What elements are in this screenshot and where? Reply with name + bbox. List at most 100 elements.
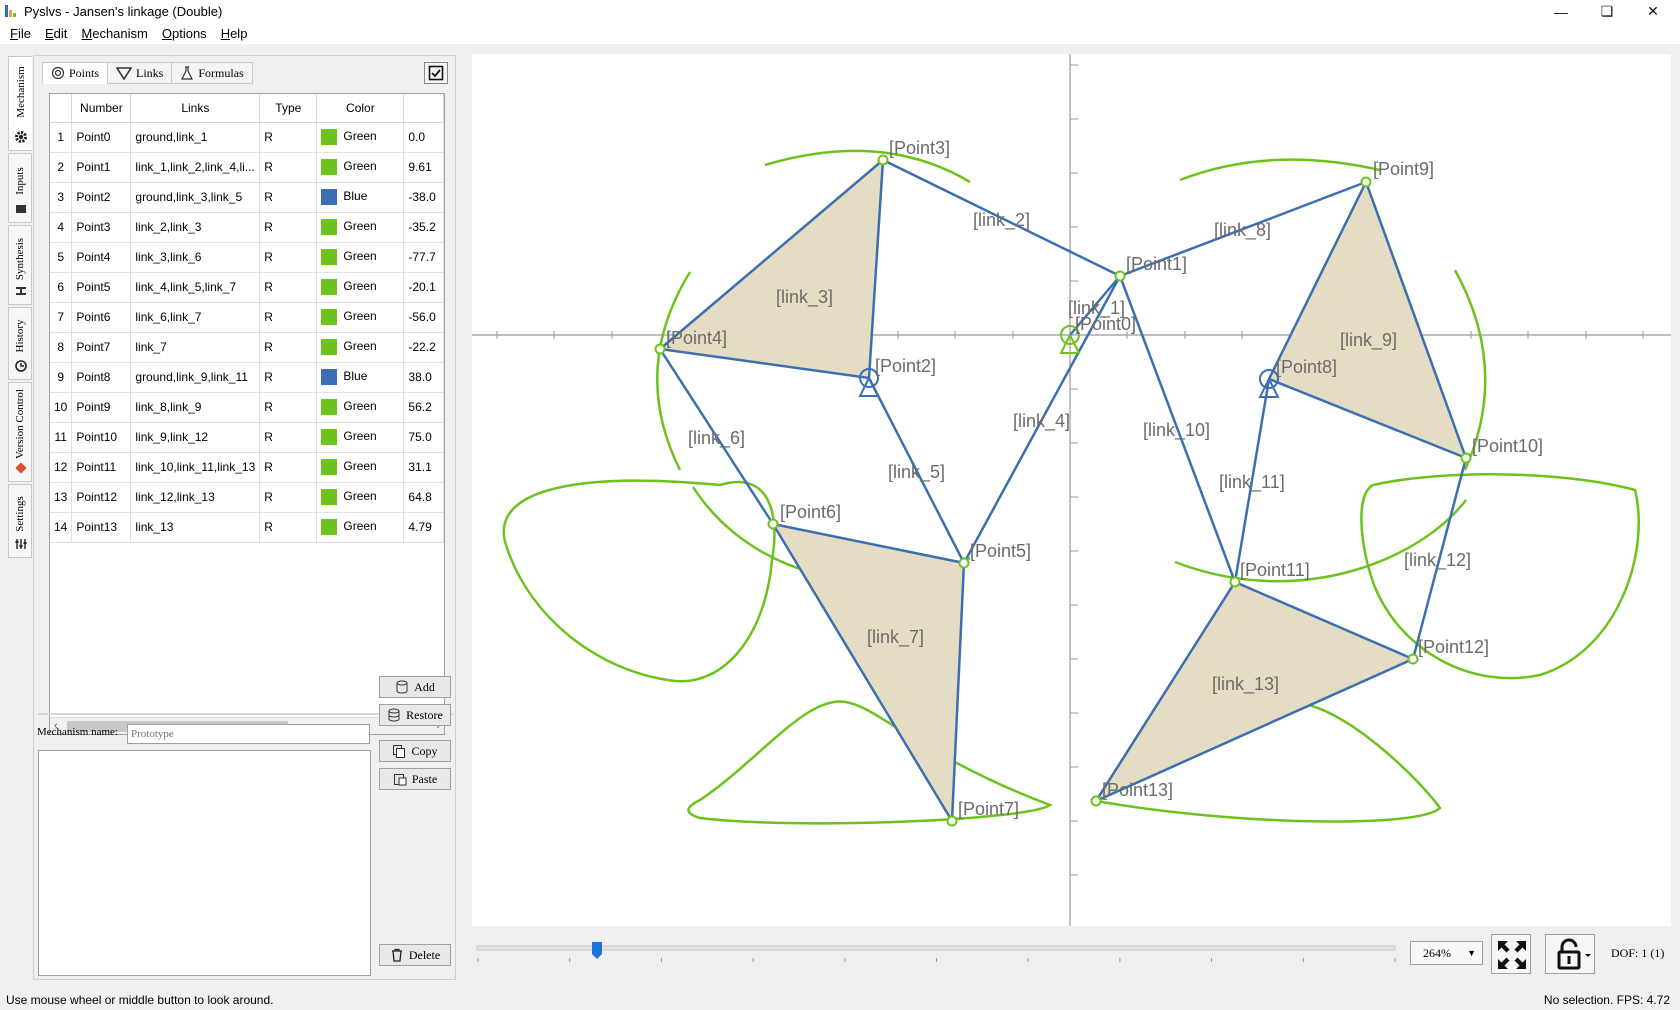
mechanism-name-input[interactable] bbox=[127, 724, 370, 744]
joint-9[interactable] bbox=[1360, 176, 1372, 188]
point-x-cell[interactable]: -20.1 bbox=[403, 272, 444, 303]
point-links-cell[interactable]: ground,link_9,link_11 bbox=[130, 362, 261, 393]
point-number-cell[interactable]: Point4 bbox=[71, 242, 132, 273]
copy-button[interactable]: Copy bbox=[379, 740, 451, 762]
point-color-cell[interactable]: Green bbox=[316, 482, 405, 513]
joint-11[interactable] bbox=[1229, 576, 1241, 588]
table-row[interactable]: 3 Point2 ground,link_3,link_5 R Blue -38.0 bbox=[50, 182, 444, 213]
point-links-cell[interactable]: ground,link_1 bbox=[130, 122, 261, 153]
table-row[interactable]: 12 Point11 link_10,link_11,link_13 R Green 31… bbox=[50, 452, 444, 483]
row-number[interactable]: 11 bbox=[50, 422, 73, 453]
joint-4[interactable] bbox=[654, 343, 666, 355]
restore-button[interactable]: ❏ bbox=[1584, 0, 1630, 23]
point-color-cell[interactable]: Blue bbox=[316, 182, 405, 213]
lock-button[interactable] bbox=[1545, 934, 1595, 974]
point-x-cell[interactable]: 38.0 bbox=[403, 362, 444, 393]
link-9-shape[interactable] bbox=[1267, 180, 1468, 460]
point-x-cell[interactable]: -35.2 bbox=[403, 212, 444, 243]
point-x-cell[interactable]: -38.0 bbox=[403, 182, 444, 213]
joint-7[interactable] bbox=[946, 815, 958, 827]
link-7-shape[interactable] bbox=[771, 522, 966, 823]
row-number[interactable]: 6 bbox=[50, 272, 73, 303]
row-number[interactable]: 5 bbox=[50, 242, 73, 273]
path-slider[interactable] bbox=[472, 930, 1400, 970]
point-type-cell[interactable]: R bbox=[259, 452, 318, 483]
mechanism-list[interactable] bbox=[38, 750, 371, 976]
point-type-cell[interactable]: R bbox=[259, 422, 318, 453]
side-tab-version-control[interactable]: Version Control bbox=[8, 382, 32, 482]
point-number-cell[interactable]: Point0 bbox=[71, 122, 132, 153]
table-row[interactable]: 7 Point6 link_6,link_7 R Green -56.0 bbox=[50, 302, 444, 333]
minimize-button[interactable]: — bbox=[1538, 0, 1584, 23]
point-x-cell[interactable]: 64.8 bbox=[403, 482, 444, 513]
table-row[interactable]: 9 Point8 ground,link_9,link_11 R Blue 38.0 bbox=[50, 362, 444, 393]
add-button[interactable]: Add bbox=[379, 676, 451, 698]
side-tab-history[interactable]: History bbox=[8, 307, 32, 380]
point-x-cell[interactable]: 31.1 bbox=[403, 452, 444, 483]
table-row[interactable]: 11 Point10 link_9,link_12 R Green 75.0 bbox=[50, 422, 444, 453]
point-number-cell[interactable]: Point3 bbox=[71, 212, 132, 243]
point-type-cell[interactable]: R bbox=[259, 302, 318, 333]
point-color-cell[interactable]: Green bbox=[316, 422, 405, 453]
row-number[interactable]: 7 bbox=[50, 302, 73, 333]
table-row[interactable]: 10 Point9 link_8,link_9 R Green 56.2 bbox=[50, 392, 444, 423]
point-links-cell[interactable]: link_13 bbox=[130, 512, 261, 543]
row-number[interactable]: 14 bbox=[50, 512, 73, 543]
point-number-cell[interactable]: Point8 bbox=[71, 362, 132, 393]
joint-5[interactable] bbox=[958, 557, 970, 569]
point-type-cell[interactable]: R bbox=[259, 182, 318, 213]
mechanism-canvas[interactable]: [Point0] [Point1] [Point2] [Point3] [Point4]… bbox=[472, 54, 1671, 926]
slider-track[interactable] bbox=[476, 945, 1396, 951]
point-color-cell[interactable]: Green bbox=[316, 302, 405, 333]
joint-1[interactable] bbox=[1114, 270, 1126, 282]
point-number-cell[interactable]: Point12 bbox=[71, 482, 132, 513]
point-color-cell[interactable]: Green bbox=[316, 152, 405, 183]
column-header[interactable]: Links bbox=[130, 94, 261, 123]
point-x-cell[interactable]: -77.7 bbox=[403, 242, 444, 273]
tab-links[interactable]: Links bbox=[107, 62, 173, 84]
menu-edit[interactable]: Edit bbox=[38, 26, 74, 41]
side-tab-synthesis[interactable]: Synthesis bbox=[8, 225, 32, 305]
menu-help[interactable]: Help bbox=[214, 26, 255, 41]
row-number[interactable]: 12 bbox=[50, 452, 73, 483]
table-row[interactable]: 1 Point0 ground,link_1 R Green 0.0 bbox=[50, 122, 444, 153]
point-links-cell[interactable]: link_1,link_2,link_4,li... bbox=[130, 152, 261, 183]
side-tab-mechanism[interactable]: Mechanism bbox=[8, 56, 32, 151]
point-color-cell[interactable]: Green bbox=[316, 122, 405, 153]
point-number-cell[interactable]: Point9 bbox=[71, 392, 132, 423]
table-row[interactable]: 8 Point7 link_7 R Green -22.2 bbox=[50, 332, 444, 363]
point-number-cell[interactable]: Point2 bbox=[71, 182, 132, 213]
menu-options[interactable]: Options bbox=[155, 26, 214, 41]
linkage-drawing[interactable]: [Point0][Point1][Point2][Point3][Point4]… bbox=[472, 54, 1671, 926]
point-x-cell[interactable]: 56.2 bbox=[403, 392, 444, 423]
table-row[interactable]: 5 Point4 link_3,link_6 R Green -77.7 bbox=[50, 242, 444, 273]
row-number[interactable]: 9 bbox=[50, 362, 73, 393]
point-links-cell[interactable]: link_2,link_3 bbox=[130, 212, 261, 243]
point-color-cell[interactable]: Green bbox=[316, 272, 405, 303]
restore-button[interactable]: Restore bbox=[379, 704, 451, 726]
table-row[interactable]: 4 Point3 link_2,link_3 R Green -35.2 bbox=[50, 212, 444, 243]
column-header[interactable] bbox=[403, 94, 444, 123]
point-x-cell[interactable]: 75.0 bbox=[403, 422, 444, 453]
joint-3[interactable] bbox=[877, 154, 889, 166]
point-type-cell[interactable]: R bbox=[259, 122, 318, 153]
point-type-cell[interactable]: R bbox=[259, 332, 318, 363]
row-number[interactable]: 8 bbox=[50, 332, 73, 363]
point-color-cell[interactable]: Green bbox=[316, 512, 405, 543]
point-type-cell[interactable]: R bbox=[259, 392, 318, 423]
menu-mechanism[interactable]: Mechanism bbox=[74, 26, 154, 41]
column-header[interactable]: Type bbox=[259, 94, 318, 123]
point-links-cell[interactable]: link_8,link_9 bbox=[130, 392, 261, 423]
point-type-cell[interactable]: R bbox=[259, 482, 318, 513]
point-type-cell[interactable]: R bbox=[259, 152, 318, 183]
joint-12[interactable] bbox=[1407, 653, 1419, 665]
point-x-cell[interactable]: 9.61 bbox=[403, 152, 444, 183]
point-type-cell[interactable]: R bbox=[259, 242, 318, 273]
point-links-cell[interactable]: link_10,link_11,link_13 bbox=[130, 452, 261, 483]
column-header[interactable]: Number bbox=[71, 94, 132, 123]
point-color-cell[interactable]: Green bbox=[316, 242, 405, 273]
point-links-cell[interactable]: link_6,link_7 bbox=[130, 302, 261, 333]
point-number-cell[interactable]: Point1 bbox=[71, 152, 132, 183]
point-type-cell[interactable]: R bbox=[259, 212, 318, 243]
column-header[interactable]: Color bbox=[316, 94, 405, 123]
